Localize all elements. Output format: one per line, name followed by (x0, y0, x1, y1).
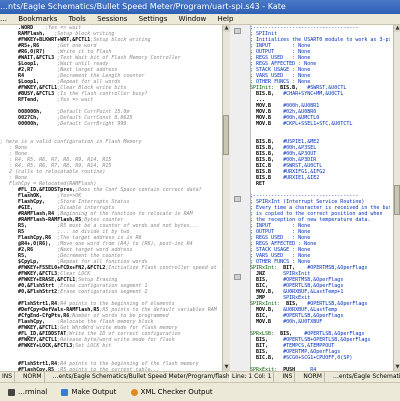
code-comment: ;Yes => wait (57, 97, 94, 103)
code-operands: #00h,&U0TXBUF (283, 319, 323, 325)
code-comment: ;Initialize Flash controller speed at MC… (105, 265, 217, 271)
insert-mode-indicator[interactable]: INS (0, 372, 16, 382)
right-vertical-scrollbar[interactable]: ▲ ▼ (393, 25, 400, 371)
file-path-label: …ents/Eagle Schematics/Bullet Speed Mete… (50, 372, 229, 382)
code-instruction: 00000h, (0, 121, 58, 127)
code-comment: ;Setup block writing (90, 37, 151, 43)
menu-item-edit-partial[interactable]: … (0, 14, 7, 24)
menu-item-sessions[interactable]: Sessions (97, 14, 127, 24)
code-comment: ;Set LOCK bit (72, 343, 112, 349)
code-instruction: RFTend, (0, 97, 58, 103)
menu-item-settings[interactable]: Settings (139, 14, 168, 24)
left-editor-pane[interactable]: .WORD ;Yes => wait RAMFlash, ;Setup bloc… (0, 25, 222, 371)
menu-bar: … Bookmarks Tools Sessions Settings Wind… (0, 14, 400, 25)
insert-mode-indicator[interactable]: INS (280, 372, 296, 382)
scroll-up-arrow-icon[interactable]: ▲ (223, 25, 230, 32)
right-fold-gutter[interactable] (230, 25, 251, 371)
code-instruction: MOV.B (250, 121, 284, 127)
fold-marker-icon[interactable] (234, 196, 241, 202)
make-icon (61, 388, 69, 396)
code-instruction: MOV.B (250, 319, 284, 325)
scroll-up-arrow-icon[interactable]: ▲ (394, 25, 400, 32)
tab-xml-checker[interactable]: XML Checker Output (127, 384, 217, 400)
right-code-area[interactable]: ;-----------------------------------; SP… (250, 25, 390, 371)
left-code-area[interactable]: .WORD ;Yes => wait RAMFlash, ;Setup bloc… (0, 25, 218, 371)
code-instruction: RET (250, 181, 284, 187)
left-scroll-thumb[interactable] (223, 115, 229, 155)
tab-make-output-label: Make Output (71, 388, 117, 396)
tab-xml-checker-label: XML Checker Output (140, 388, 213, 396)
tab-make-output[interactable]: Make Output (57, 384, 120, 400)
tab-terminal[interactable]: …rminal (4, 384, 51, 400)
window-title: …nts/Eagle Schematics/Bullet Speed Meter… (0, 2, 286, 11)
right-editor-pane[interactable]: ;-----------------------------------; SP… (230, 25, 400, 371)
menu-item-help[interactable]: Help (217, 14, 233, 24)
right-scroll-thumb[interactable] (394, 185, 400, 215)
xml-checker-icon (130, 388, 138, 396)
code-instruction: #FWKEY+LOCK,&FCTL3 (0, 343, 73, 349)
norm-mode-indicator[interactable]: NORM (301, 372, 325, 382)
code-operands: #OPERTMSB,&OperFlags (307, 265, 368, 271)
tab-terminal-label: …rminal (18, 388, 48, 396)
menu-item-bookmarks[interactable]: Bookmarks (18, 14, 57, 24)
tool-view-bar: …rminal Make Output XML Checker Output (0, 382, 400, 401)
window-title-bar: …nts/Eagle Schematics/Bullet Speed Meter… (0, 0, 400, 14)
scroll-down-arrow-icon[interactable]: ▼ (223, 364, 230, 371)
menu-item-tools[interactable]: Tools (69, 14, 86, 24)
left-vertical-scrollbar[interactable]: ▲ ▼ (222, 25, 230, 371)
norm-mode-indicator[interactable]: NORM (21, 372, 45, 382)
left-status-bar: INS NORM …ents/Eagle Schematics/Bullet S… (0, 371, 229, 382)
right-status-bar: Line: 1 Col: 1 INS NORM …ents/Eagle Sche… (230, 371, 400, 382)
code-operands: #CHAR+SYNC+MM,&U0CTL (283, 91, 344, 97)
terminal-icon (8, 388, 15, 396)
fold-marker-icon[interactable] (234, 274, 241, 280)
code-operands: #SCG0+SCG1+CPUOFF,0(SP) (283, 355, 353, 361)
fold-marker-icon[interactable] (234, 28, 241, 34)
code-comment: ;Erase configuration segment 2 (57, 289, 148, 295)
file-path-label: …ents/Eagle Schematics/Bullet Speed Mete… (331, 372, 400, 382)
scroll-down-arrow-icon[interactable]: ▼ (394, 364, 400, 371)
menu-item-window[interactable]: Window (179, 14, 207, 24)
code-comment: ;Does the Conf Space contain correct dat… (75, 187, 202, 193)
code-operands: #URXIE1,&IE2 (283, 175, 320, 181)
cursor-position: Line: 1 Col: 1 (230, 372, 275, 382)
code-comment: ;Default CurrBright 999 (57, 121, 127, 127)
code-operands: #CKPL+SSEL1+STC,&U0TCTL (283, 121, 353, 127)
